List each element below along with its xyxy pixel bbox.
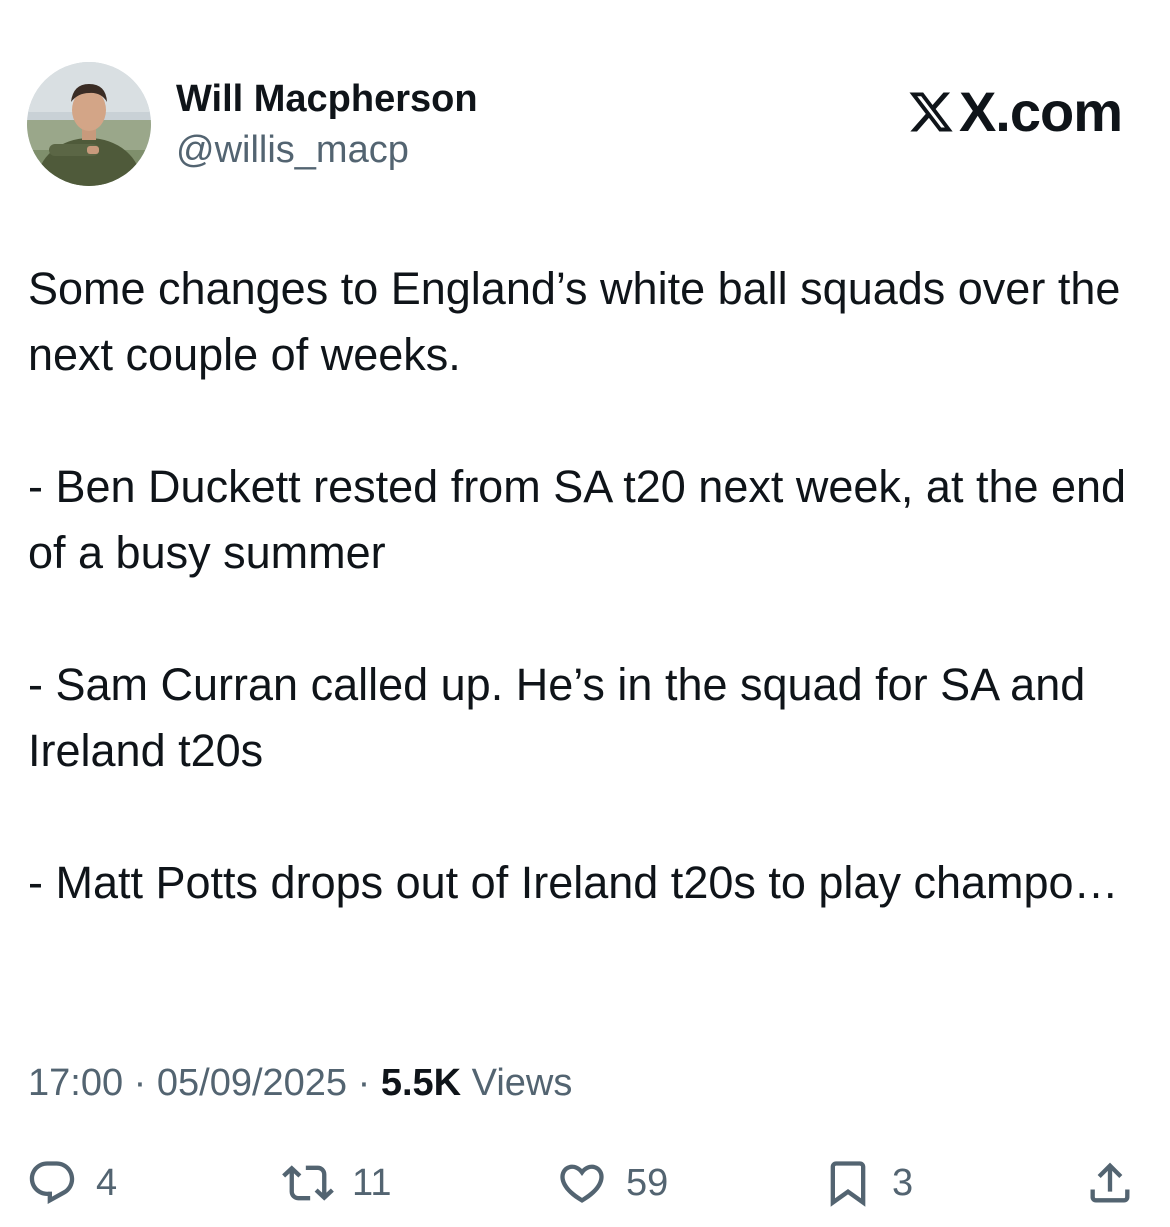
tweet-meta: 17:00 · 05/09/2025 · 5.5K Views (28, 1060, 572, 1106)
like-button[interactable]: 59 (556, 1150, 668, 1216)
brand-logo: X.com (907, 80, 1123, 144)
brand-text: X.com (958, 80, 1123, 143)
tweet-paragraph: - Ben Duckett rested from SA t20 next we… (28, 461, 1127, 578)
reply-button[interactable]: 4 (26, 1150, 117, 1216)
avatar[interactable] (27, 62, 151, 186)
reply-icon (29, 1161, 75, 1205)
author-display-name[interactable]: Will Macpherson (176, 76, 478, 122)
tweet-paragraph: - Sam Curran called up. He’s in the squa… (28, 659, 1086, 776)
meta-separator: · (347, 1062, 381, 1104)
repost-count: 11 (352, 1161, 392, 1204)
tweet-paragraph: Some changes to England’s white ball squ… (28, 263, 1121, 380)
repost-icon (282, 1165, 334, 1201)
bookmark-count: 3 (892, 1161, 914, 1204)
share-button[interactable] (1084, 1150, 1136, 1216)
tweet-paragraph: - Matt Potts drops out of Ireland t20s t… (28, 857, 1119, 908)
share-icon (1090, 1162, 1130, 1203)
tweet-text: Some changes to England’s white ball squ… (28, 256, 1138, 916)
reply-count: 4 (96, 1161, 118, 1204)
x-logo-icon (909, 92, 953, 132)
tweet-time[interactable]: 17:00 (28, 1062, 123, 1104)
author-handle[interactable]: @willis_macp (176, 127, 409, 173)
meta-separator: · (123, 1062, 157, 1104)
views-label: Views (461, 1062, 573, 1104)
repost-button[interactable]: 11 (282, 1150, 391, 1216)
bookmark-icon (830, 1161, 866, 1207)
action-bar: 4 11 59 3 (0, 1150, 1170, 1216)
bookmark-button[interactable]: 3 (822, 1150, 913, 1216)
like-count: 59 (626, 1161, 669, 1204)
tweet-date[interactable]: 05/09/2025 (157, 1062, 347, 1104)
views-count: 5.5K (380, 1062, 462, 1104)
heart-icon (560, 1164, 604, 1203)
